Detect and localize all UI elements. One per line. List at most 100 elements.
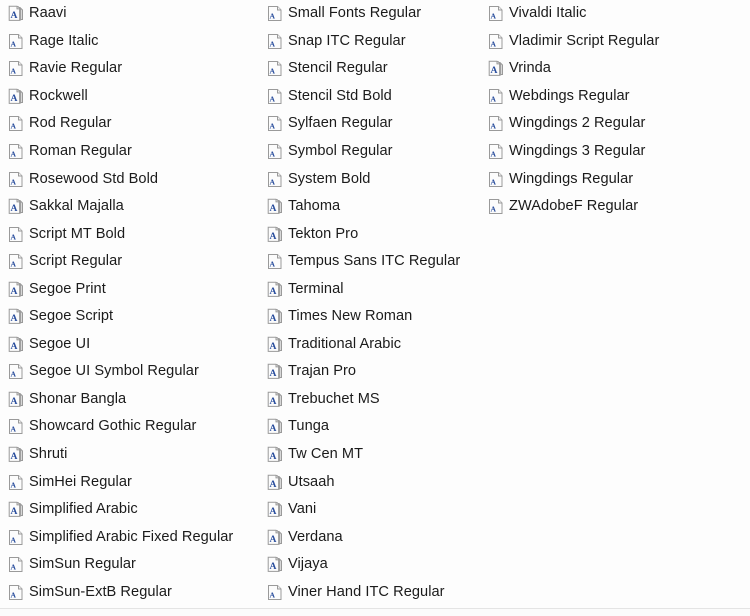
font-list-item[interactable]: A Rosewood Std Bold [0,165,262,193]
font-list-item[interactable]: A Trebuchet MS [259,386,481,414]
font-list-item-label: Tempus Sans ITC Regular [288,253,461,270]
font-list-item[interactable]: A SimSun Regular [0,551,262,579]
svg-text:A: A [490,122,496,131]
font-list-item[interactable]: A Roman Regular [0,138,262,166]
font-list-item-label: Small Fonts Regular [288,5,422,22]
font-list-item[interactable]: A Showcard Gothic Regular [0,413,262,441]
font-list-item[interactable]: A Traditional Arabic [259,331,481,359]
font-list-item-label: Verdana [288,528,343,545]
font-list-item[interactable]: A Shonar Bangla [0,386,262,414]
font-file-icon: A [267,143,283,160]
font-list-item[interactable]: A Symbol Regular [259,138,481,166]
font-list-item-label: SimHei Regular [29,473,132,490]
font-list-item[interactable]: A Times New Roman [259,303,481,331]
font-list-item-label: Simplified Arabic Fixed Regular [29,528,234,545]
font-list-item[interactable]: A Segoe Script [0,303,262,331]
svg-text:A: A [269,260,275,269]
font-list-item-label: Segoe Script [29,308,114,325]
font-list-item[interactable]: A Vladimir Script Regular [480,28,750,56]
font-file-icon: A [8,529,24,546]
font-list-item[interactable]: A Rage Italic [0,28,262,56]
font-list-item-label: Wingdings 2 Regular [509,115,646,132]
font-list-item[interactable]: A Vrinda [480,55,750,83]
font-file-icon: A [8,33,24,50]
font-file-icon: A [488,33,504,50]
font-list-item[interactable]: A Tempus Sans ITC Regular [259,248,481,276]
font-list-item-label: Wingdings Regular [509,170,634,187]
font-list-item-label: Terminal [288,280,344,297]
font-list-item[interactable]: A Script MT Bold [0,220,262,248]
font-list-item[interactable]: A Simplified Arabic [0,496,262,524]
font-group-icon: A [267,474,283,491]
font-list-item[interactable]: A Sakkal Majalla [0,193,262,221]
font-list-item[interactable]: A Utsaah [259,468,481,496]
font-list-item-label: Shonar Bangla [29,390,127,407]
font-list-item[interactable]: A Tekton Pro [259,220,481,248]
svg-text:A: A [490,204,496,213]
svg-text:A: A [10,67,16,76]
font-list-item[interactable]: A Vivaldi Italic [480,0,750,28]
font-list-item[interactable]: A SimHei Regular [0,468,262,496]
font-list-item[interactable]: A Tunga [259,413,481,441]
svg-text:A: A [269,67,275,76]
font-list-item-label: Segoe UI Symbol Regular [29,363,199,380]
font-list-item[interactable]: A Rod Regular [0,110,262,138]
svg-text:A: A [10,177,16,186]
font-file-icon: A [8,115,24,132]
font-list-item[interactable]: A Small Fonts Regular [259,0,481,28]
font-list-item[interactable]: A Stencil Std Bold [259,83,481,111]
font-list-item[interactable]: A Simplified Arabic Fixed Regular [0,523,262,551]
font-group-icon: A [8,308,24,325]
svg-text:A: A [490,177,496,186]
svg-text:A: A [490,12,496,21]
font-group-icon: A [8,5,24,22]
font-list-item-label: Segoe Print [29,280,106,297]
font-file-icon: A [8,60,24,77]
font-list-item[interactable]: A Segoe UI [0,331,262,359]
font-list-item[interactable]: A SimSun-ExtB Regular [0,578,262,606]
font-list-item[interactable]: A Wingdings 3 Regular [480,138,750,166]
font-list-item[interactable]: A Trajan Pro [259,358,481,386]
svg-text:A: A [10,149,16,158]
font-list-item[interactable]: A Sylfaen Regular [259,110,481,138]
svg-text:A: A [270,423,277,434]
font-list-item[interactable]: A System Bold [259,165,481,193]
font-list-item-label: Webdings Regular [509,87,630,104]
font-list-item[interactable]: A Segoe UI Symbol Regular [0,358,262,386]
font-list-item[interactable]: A Viner Hand ITC Regular [259,578,481,606]
font-list-item-label: Segoe UI [29,335,91,352]
font-list-item[interactable]: A Script Regular [0,248,262,276]
font-list-item[interactable]: A Rockwell [0,83,262,111]
font-list-item-label: System Bold [288,170,371,187]
font-group-icon: A [8,198,24,215]
font-list-item[interactable]: A ZWAdobeF Regular [480,193,750,221]
font-list-item[interactable]: A Segoe Print [0,275,262,303]
svg-text:A: A [269,149,275,158]
font-list-item[interactable]: A Vijaya [259,551,481,579]
font-list-item[interactable]: A Tw Cen MT [259,441,481,469]
svg-text:A: A [270,479,277,490]
svg-text:A: A [490,149,496,158]
font-file-icon: A [8,418,24,435]
font-list-item[interactable]: A Verdana [259,523,481,551]
font-list-item[interactable]: A Snap ITC Regular [259,28,481,56]
svg-text:A: A [10,370,16,379]
font-list-item[interactable]: A Raavi [0,0,262,28]
font-group-icon: A [8,391,24,408]
font-list-item[interactable]: A Ravie Regular [0,55,262,83]
font-list-item[interactable]: A Stencil Regular [259,55,481,83]
font-file-icon: A [488,143,504,160]
font-group-icon: A [8,88,24,105]
font-list-item[interactable]: A Webdings Regular [480,83,750,111]
font-list-item[interactable]: A Wingdings Regular [480,165,750,193]
font-list-item[interactable]: A Vani [259,496,481,524]
font-list-item[interactable]: A Wingdings 2 Regular [480,110,750,138]
svg-text:A: A [11,396,18,407]
svg-text:A: A [270,286,277,297]
font-list-pane: A Raavi A Rage Italic A Ravie Regular A Rockwel… [0,0,750,616]
font-list-item[interactable]: A Tahoma [259,193,481,221]
font-list-item[interactable]: A Shruti [0,441,262,469]
font-list-item[interactable]: A Terminal [259,275,481,303]
font-file-icon: A [8,253,24,270]
font-list-item-label: Vani [288,501,317,518]
